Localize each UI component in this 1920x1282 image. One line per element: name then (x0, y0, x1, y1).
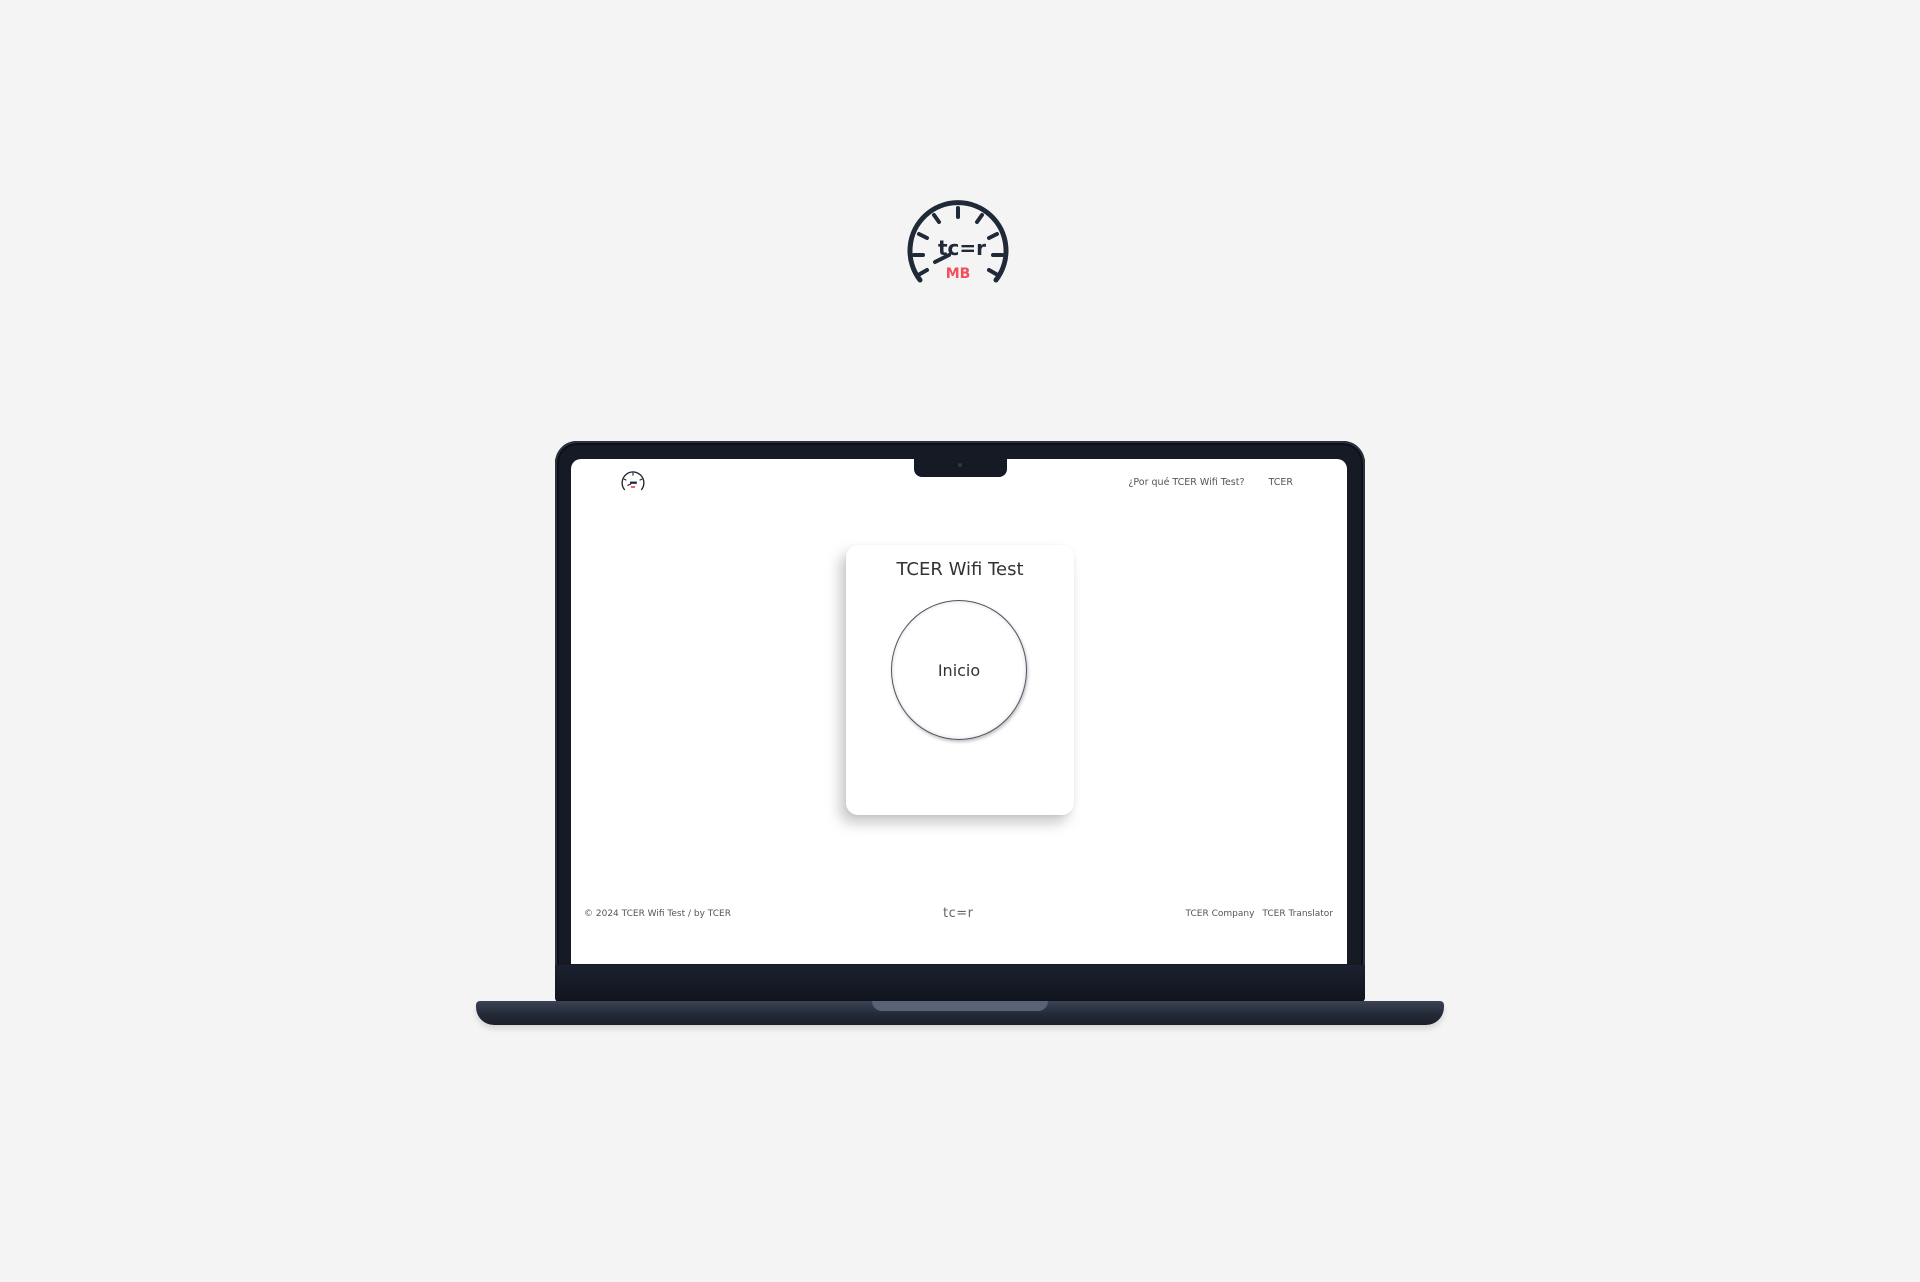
footer-link-company[interactable]: TCER Company (1186, 909, 1255, 919)
footer-links: TCER Company TCER Translator (1186, 909, 1333, 919)
hero-logo-text: tc=r (938, 236, 986, 260)
page: tc=r MB ¿Por qué TCER Wifi Test? TCER TC… (0, 0, 1920, 1282)
laptop-base (476, 1001, 1444, 1025)
footer: © 2024 TCER Wifi Test / by TCER tc=r TCE… (571, 906, 1347, 929)
nav-link-tcer[interactable]: TCER (1269, 477, 1293, 488)
card-title: TCER Wifi Test (896, 559, 1024, 580)
footer-link-translator[interactable]: TCER Translator (1262, 909, 1333, 919)
footer-brand-logo[interactable]: tc=r (943, 906, 973, 921)
hero-logo-badge: MB (946, 266, 971, 282)
speedometer-logo-icon: tc=r MB (907, 200, 1009, 283)
laptop-bezel-bottom (555, 965, 1365, 1003)
laptop-frame: ¿Por qué TCER Wifi Test? TCER TCER Wifi … (555, 441, 1365, 1003)
top-nav: ¿Por qué TCER Wifi Test? TCER (1128, 477, 1293, 488)
laptop-screen: ¿Por qué TCER Wifi Test? TCER TCER Wifi … (571, 459, 1347, 964)
laptop-notch (914, 459, 1007, 477)
speed-test-card: TCER Wifi Test Inicio (846, 545, 1074, 815)
header-logo-icon[interactable] (621, 470, 645, 492)
laptop-hinge-notch (872, 1001, 1048, 1011)
footer-copyright: © 2024 TCER Wifi Test / by TCER (584, 909, 731, 919)
start-button[interactable]: Inicio (891, 600, 1027, 740)
nav-link-why[interactable]: ¿Por qué TCER Wifi Test? (1128, 477, 1244, 488)
